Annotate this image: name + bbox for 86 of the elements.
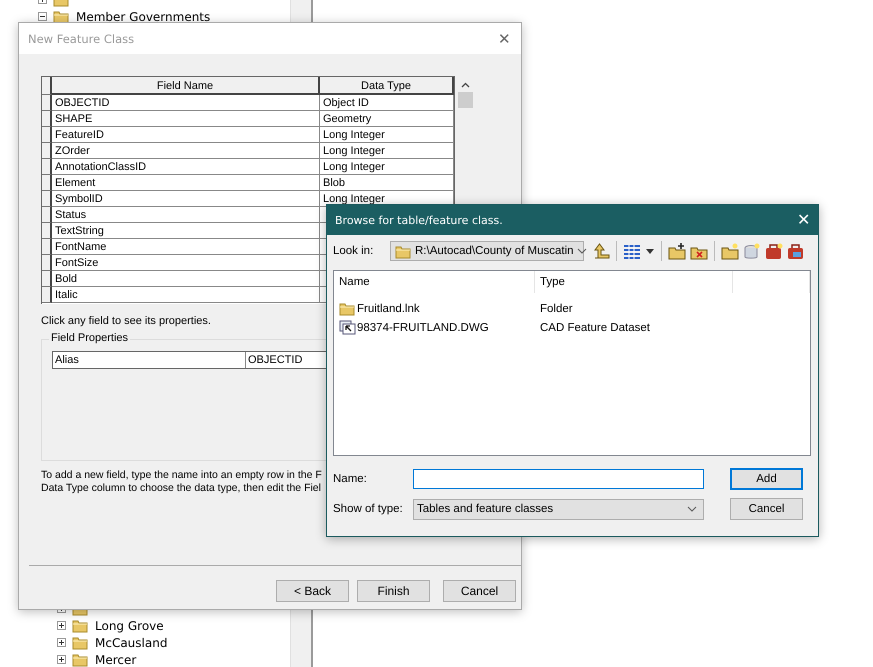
window-title: New Feature Class (28, 32, 134, 46)
toolbox-icon[interactable] (765, 242, 783, 260)
toolbox-icon[interactable] (787, 242, 805, 260)
dialog-button[interactable]: Finish (357, 580, 430, 602)
table-cell[interactable]: OBJECTID (52, 95, 320, 111)
new-folder-icon[interactable] (668, 242, 686, 260)
folder-icon (72, 618, 89, 633)
file-name[interactable]: Fruitland.lnk (357, 302, 420, 314)
up-folder-icon[interactable] (592, 242, 610, 260)
table-cell[interactable]: Element (52, 175, 320, 191)
folder-icon (395, 244, 412, 258)
tree-item[interactable]: Mercer (95, 652, 136, 666)
dataset-icon (339, 320, 356, 335)
row-header[interactable] (42, 127, 52, 143)
row-header[interactable] (42, 287, 52, 303)
folder-icon (72, 635, 89, 650)
table-cell[interactable]: Long Integer (320, 127, 454, 143)
field-label: Show of type: (333, 503, 404, 515)
expand-icon[interactable] (57, 638, 66, 647)
row-header[interactable] (42, 111, 52, 127)
table-cell[interactable]: Italic (52, 287, 320, 303)
row-header[interactable] (42, 175, 52, 191)
row-header[interactable] (42, 223, 52, 239)
chevron-icon (687, 506, 697, 512)
close-button[interactable]: ✕ (797, 210, 810, 230)
file-name[interactable]: 98374-FRUITLAND.DWG (357, 322, 489, 334)
table-cell[interactable]: Bold (52, 271, 320, 287)
table-cell[interactable]: FeatureID (52, 127, 320, 143)
table-cell[interactable]: Status (52, 207, 320, 223)
type-dropdown[interactable]: Tables and feature classes (413, 498, 704, 520)
row-header[interactable] (42, 159, 52, 175)
folder-icon (72, 652, 89, 667)
row-header[interactable] (42, 207, 52, 223)
file-type: Folder (539, 302, 574, 314)
name-field[interactable] (413, 469, 704, 489)
column-header[interactable]: Type (535, 271, 733, 293)
hint-text: Click any field to see its properties. (41, 315, 212, 327)
table-cell[interactable]: AnnotationClassID (52, 159, 320, 175)
dialog-button[interactable]: Cancel (443, 580, 516, 602)
field-label: Look in: (333, 245, 374, 257)
scroll-thumb[interactable] (458, 92, 472, 108)
table-cell[interactable]: Long Integer (320, 143, 454, 159)
expand-icon[interactable] (57, 655, 66, 664)
window-title: Browse for table/feature class. (335, 214, 503, 226)
folder-icon (339, 301, 356, 316)
file-type: CAD Feature Dataset (539, 322, 651, 334)
row-header[interactable] (42, 191, 52, 207)
row-header[interactable] (42, 271, 52, 287)
close-button[interactable]: ✕ (498, 30, 511, 48)
table-cell[interactable]: Blob (320, 175, 454, 191)
table-cell[interactable]: FontName (52, 239, 320, 255)
instruction-text: Data Type column to choose the data type, then edit the Fiel (41, 482, 321, 495)
row-header[interactable] (42, 143, 52, 159)
table-cell[interactable]: SHAPE (52, 111, 320, 127)
table-cell[interactable]: TextString (52, 223, 320, 239)
group-title: Field Properties (49, 332, 130, 344)
expand-icon[interactable] (57, 621, 66, 630)
scroll-up-icon (460, 82, 470, 88)
tree-item[interactable]: Member Governments (76, 10, 210, 24)
table-cell[interactable]: SymbolID (52, 191, 320, 207)
table-cell[interactable]: Alias (53, 352, 246, 368)
tree-item[interactable]: Long Grove (95, 618, 164, 632)
list-view-icon[interactable] (623, 242, 641, 260)
field-label: Name: (333, 473, 368, 485)
tree-item[interactable]: McCausland (95, 636, 168, 650)
table-cell[interactable]: Object ID (320, 95, 454, 111)
instruction-text: To add a new field, type the name into an empty row in the F (41, 469, 322, 482)
add-button[interactable]: Add (730, 468, 803, 490)
row-header (42, 77, 52, 95)
cancel-button[interactable]: Cancel (730, 498, 803, 520)
column-header[interactable]: Name (334, 271, 535, 293)
row-header[interactable] (42, 255, 52, 271)
column-header[interactable]: Data Type (320, 77, 454, 95)
folder-icon (53, 9, 70, 24)
table-cell[interactable]: FontSize (52, 255, 320, 271)
table-cell[interactable]: ZOrder (52, 143, 320, 159)
collapse-icon[interactable] (38, 12, 47, 21)
folder-icon[interactable] (721, 242, 739, 260)
chevron-icon (576, 248, 587, 254)
table-cell[interactable]: Geometry (320, 111, 454, 127)
table-cell[interactable]: Long Integer (320, 159, 454, 175)
dialog-button[interactable]: < Back (276, 580, 349, 602)
column-header[interactable]: Field Name (52, 77, 320, 95)
row-header[interactable] (42, 239, 52, 255)
row-header[interactable] (42, 95, 52, 111)
location-dropdown[interactable]: R:\Autocad\County of Muscatin (390, 241, 584, 261)
